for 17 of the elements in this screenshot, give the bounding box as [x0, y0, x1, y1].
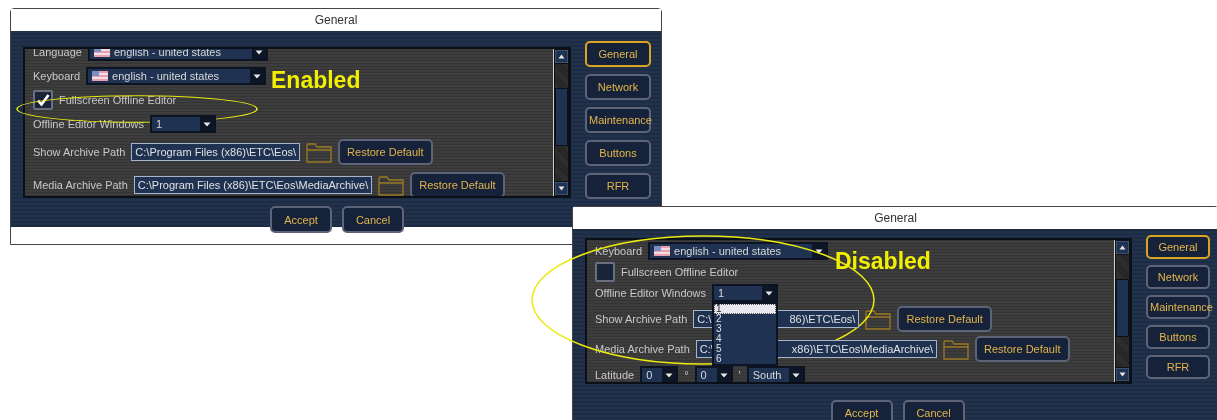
unit-symbol: °	[684, 369, 689, 381]
setting-label: Latitude	[595, 369, 635, 381]
checkbox-label: Fullscreen Offline Editor	[59, 94, 177, 106]
setting-label: Offline Editor Windows	[595, 287, 707, 299]
window-title: General	[874, 211, 917, 225]
unit-symbol: '	[738, 369, 741, 381]
window-title: General	[314, 13, 358, 27]
annotation-label: Enabled	[271, 67, 361, 94]
checkbox-label: Fullscreen Offline Editor	[621, 265, 739, 278]
setting-label: Language	[33, 49, 82, 58]
setting-label: Keyboard	[33, 70, 81, 82]
setting-label: Show Archive Path	[33, 146, 126, 158]
setting-label: Media Archive Path	[595, 343, 690, 355]
setting-label: Keyboard	[595, 244, 643, 257]
annotation-label: Disabled	[835, 248, 931, 275]
setting-label: Media Archive Path	[33, 179, 128, 191]
setting-label: Show Archive Path	[595, 313, 688, 325]
